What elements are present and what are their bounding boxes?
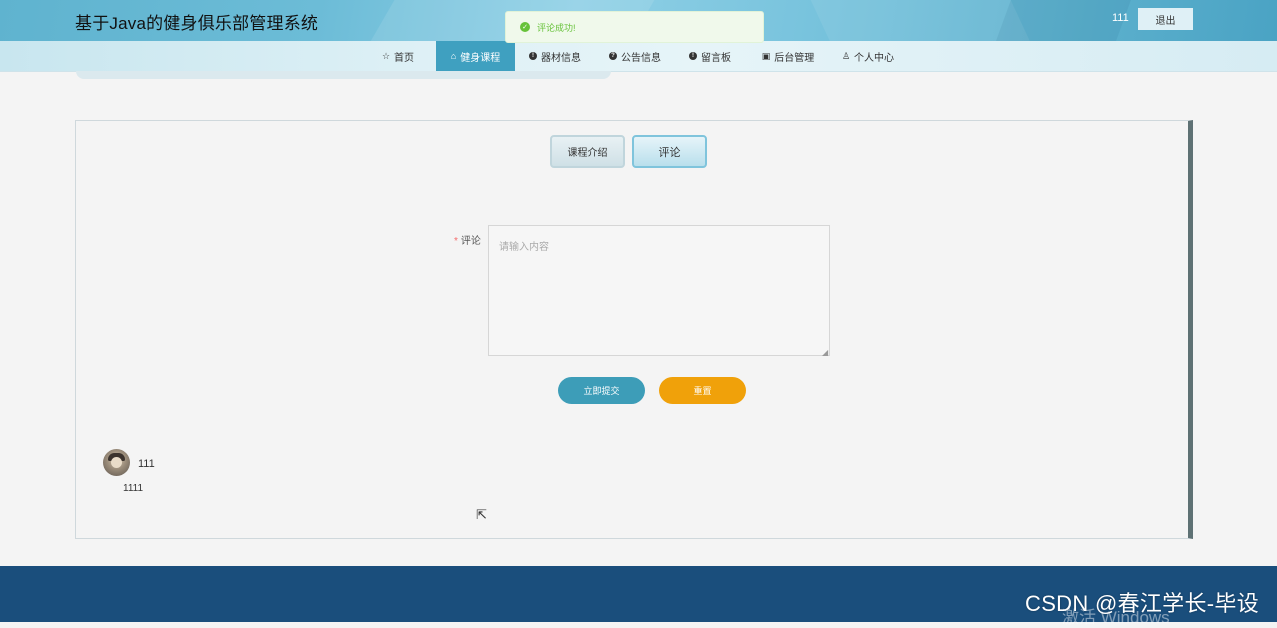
- bag-icon: ⌂: [450, 51, 457, 61]
- nav-item-announcements[interactable]: ? 公告信息: [595, 41, 675, 71]
- comment-input[interactable]: [488, 225, 830, 356]
- info-icon: !: [529, 52, 537, 60]
- logout-button[interactable]: 退出: [1138, 8, 1193, 30]
- reset-button[interactable]: 重置: [659, 377, 746, 404]
- user-icon: ♙: [841, 50, 851, 61]
- nav-item-label: 留言板: [701, 52, 731, 64]
- breadcrumb: [76, 71, 611, 79]
- nav-item-label: 器材信息: [541, 52, 581, 64]
- nav-item-label: 公告信息: [621, 52, 661, 64]
- submit-button[interactable]: 立即提交: [558, 377, 645, 404]
- avatar: [103, 449, 130, 476]
- avatar-face: [111, 457, 122, 468]
- mouse-cursor-icon: ⇱: [476, 507, 487, 522]
- nav-item-home[interactable]: ☆ 首页: [360, 41, 436, 71]
- nav-item-label: 后台管理: [774, 52, 815, 64]
- resize-handle-icon[interactable]: ◢: [822, 348, 828, 357]
- csdn-watermark: CSDN @春江学长-毕设: [1025, 591, 1260, 616]
- nav-item-label: 健身课程: [460, 52, 501, 64]
- tab-comment[interactable]: 评论: [632, 135, 707, 168]
- toast-message: 评论成功!: [537, 22, 576, 33]
- star-icon: ☆: [381, 50, 391, 61]
- nav-item-label: 首页: [394, 52, 415, 64]
- site-title: 基于Java的健身俱乐部管理系统: [75, 14, 319, 33]
- nav-item-label: 个人中心: [854, 52, 895, 64]
- current-username: 111: [1112, 12, 1129, 24]
- question-icon: ?: [609, 52, 617, 60]
- check-circle-icon: ✓: [520, 22, 530, 32]
- comment-author: 111: [138, 458, 155, 470]
- nav-item-equipment[interactable]: ! 器材信息: [515, 41, 595, 71]
- comment-label-text: 评论: [460, 236, 481, 247]
- required-mark: *: [454, 236, 458, 247]
- nav-item-admin[interactable]: ▣ 后台管理: [745, 41, 831, 71]
- nav-item-fitness-courses[interactable]: ⌂ 健身课程: [436, 41, 515, 71]
- nav-item-message-board[interactable]: ! 留言板: [675, 41, 745, 71]
- main-nav: ☆ 首页 ⌂ 健身课程 ! 器材信息 ? 公告信息 ! 留言板 ▣ 后台管理 ♙…: [0, 41, 1277, 72]
- comment-field-label: * 评论: [454, 232, 481, 247]
- info-icon: !: [689, 52, 697, 60]
- success-toast: ✓ 评论成功!: [505, 11, 764, 43]
- comment-text: 1111: [123, 483, 144, 494]
- course-detail-panel: 课程介绍 评论 *评论 ◢ 立即提交 重置 111 1111 ⇱: [75, 120, 1193, 539]
- tab-course-intro[interactable]: 课程介绍: [550, 135, 625, 168]
- briefcase-icon: ▣: [761, 50, 771, 61]
- nav-item-profile[interactable]: ♙ 个人中心: [831, 41, 905, 71]
